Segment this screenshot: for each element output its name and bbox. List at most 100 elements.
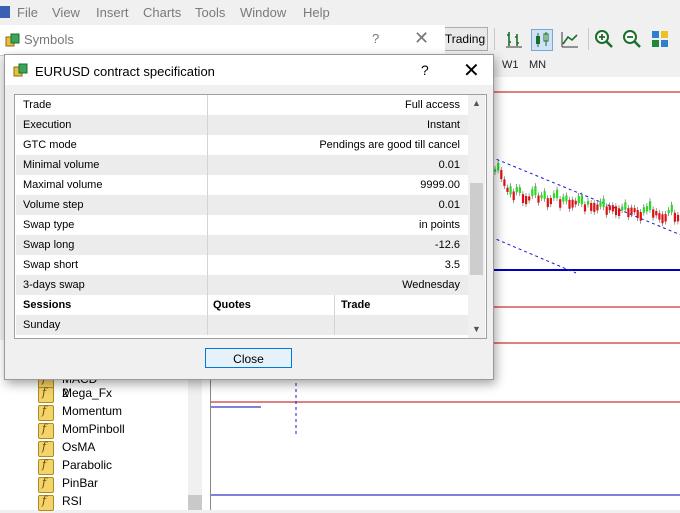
candle-body [512, 191, 515, 201]
candle-body [580, 195, 583, 205]
indicator-icon [38, 404, 54, 421]
menu-insert[interactable]: Insert [96, 5, 129, 20]
table-row: Swap long -12.6 [16, 235, 468, 255]
candle-body [602, 198, 605, 208]
candle-body [642, 207, 645, 213]
candle-body [673, 212, 676, 222]
close-button[interactable]: Close [205, 348, 292, 368]
candle-body [540, 194, 543, 199]
bar-chart-icon[interactable] [504, 29, 524, 49]
indicator-icon [38, 440, 54, 457]
candle-body [614, 206, 618, 216]
column-separator [207, 195, 208, 215]
candle-body [611, 205, 614, 212]
candle-body [608, 205, 611, 211]
candle-body [652, 209, 655, 218]
candle-body [534, 186, 537, 196]
candle-body [503, 179, 506, 186]
symbols-window: Symbols ? ✕ [0, 25, 445, 56]
trend-channel-line [490, 156, 680, 236]
column-separator [334, 315, 335, 335]
timeframe-w1[interactable]: W1 [502, 59, 519, 71]
candle-body [667, 210, 670, 214]
column-separator [207, 115, 208, 135]
candle-body [537, 195, 540, 203]
candle-body [497, 162, 500, 171]
candle-body [605, 206, 608, 215]
candle-body [556, 189, 559, 199]
table-row: 3-days swap Wednesday [16, 275, 468, 295]
quotes-header: Quotes [213, 299, 251, 311]
indicator-icon [38, 422, 54, 439]
candle-body [571, 199, 574, 208]
column-separator [207, 255, 208, 275]
candle-body [515, 186, 518, 193]
symbols-icon [13, 63, 28, 77]
candle-body [543, 191, 546, 199]
candle-body [546, 198, 549, 208]
table-row: Execution Instant [16, 115, 468, 135]
column-separator [207, 315, 208, 335]
scroll-up-icon[interactable]: ▲ [472, 98, 481, 108]
app-icon[interactable] [0, 6, 10, 18]
menu-help[interactable]: Help [303, 5, 330, 20]
trend-channel-line [490, 236, 577, 274]
navigator-scroll-thumb[interactable] [188, 495, 202, 510]
timeframe-mn[interactable]: MN [529, 59, 546, 71]
candle-body [664, 214, 667, 222]
indicator-icon [38, 476, 54, 493]
column-separator [207, 95, 208, 115]
candle-body [593, 203, 596, 212]
candle-body [649, 201, 652, 210]
candles [494, 159, 680, 227]
table-row: Swap short 3.5 [16, 255, 468, 275]
candle-body [676, 214, 680, 222]
dialog-close-icon[interactable]: ✕ [463, 58, 480, 83]
table-row: Trade Full access [16, 95, 468, 115]
menu-charts[interactable]: Charts [143, 5, 181, 20]
zoom-in-icon[interactable] [594, 29, 614, 49]
dialog-help-button[interactable]: ? [421, 62, 429, 78]
table-scroll-thumb[interactable] [470, 183, 483, 275]
candle-body [636, 210, 639, 219]
menu-tools[interactable]: Tools [195, 5, 225, 20]
candle-body [655, 211, 658, 216]
candle-body [500, 170, 503, 180]
line-chart-icon[interactable] [560, 29, 580, 49]
candle-body [627, 208, 630, 218]
candlestick-icon[interactable] [531, 29, 553, 51]
menu-view[interactable]: View [52, 5, 80, 20]
column-separator [207, 235, 208, 255]
candle-body [562, 196, 565, 202]
tile-windows-icon[interactable] [650, 29, 670, 49]
menu-bar: File View Insert Charts Tools Window Hel… [0, 0, 680, 25]
table-row: Minimal volume 0.01 [16, 155, 468, 175]
candle-body [577, 196, 580, 204]
table-row: Volume step 0.01 [16, 195, 468, 215]
toolbar-separator [494, 28, 495, 50]
zoom-out-icon[interactable] [622, 29, 642, 49]
candle-body [639, 211, 642, 221]
candle-body [518, 187, 521, 193]
candle-body [509, 186, 512, 195]
candle-body [506, 187, 509, 192]
candle-body [599, 201, 602, 207]
candle-body [549, 197, 552, 205]
candle-body [596, 204, 599, 211]
scroll-down-icon[interactable]: ▼ [472, 324, 481, 334]
table-row: GTC mode Pendings are good till cancel [16, 135, 468, 155]
session-day: Sunday [23, 319, 61, 331]
candle-body [552, 193, 556, 199]
column-separator [207, 135, 208, 155]
timeframe-bar: W1 MN [492, 53, 680, 77]
candle-body [621, 206, 624, 211]
contract-specification-dialog: EURUSD contract specification ? ✕ Trade F… [4, 54, 494, 380]
column-separator [207, 215, 208, 235]
indicator-icon [38, 458, 54, 475]
column-separator [207, 155, 208, 175]
algo-trading-button[interactable]: Trading [442, 27, 488, 51]
menu-file[interactable]: File [17, 5, 38, 20]
symbols-help-button[interactable]: ? [372, 31, 379, 46]
symbols-close-icon[interactable]: ✕ [414, 28, 429, 49]
menu-window[interactable]: Window [240, 5, 286, 20]
